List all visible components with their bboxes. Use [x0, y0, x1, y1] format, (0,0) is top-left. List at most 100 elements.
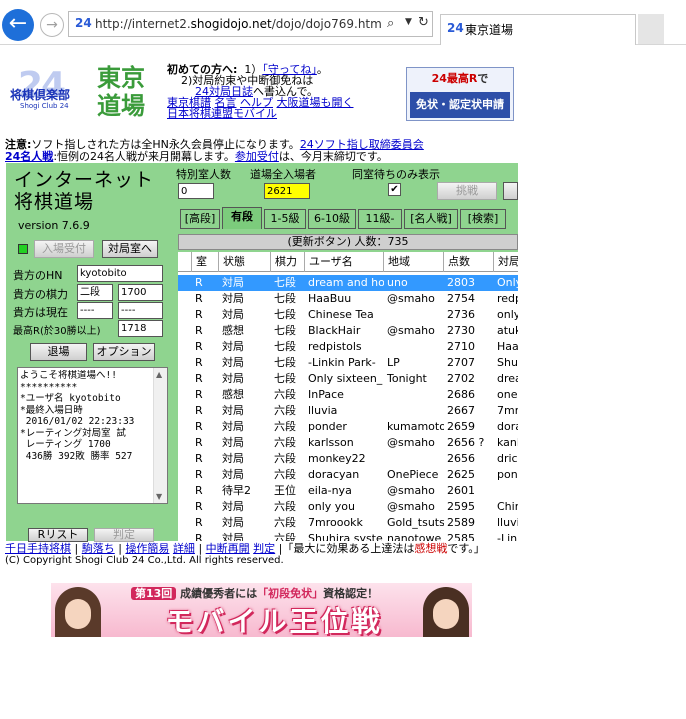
header-username[interactable]: ユーザ名: [305, 252, 384, 272]
same-room-checkbox[interactable]: ✔: [388, 183, 401, 196]
cell-region: uno: [387, 276, 408, 289]
details-link[interactable]: 詳細: [173, 542, 195, 555]
header-room[interactable]: 室: [192, 252, 219, 272]
cell-points: 2656: [447, 452, 475, 465]
tab-kyu-11[interactable]: 11級-: [358, 209, 402, 229]
tab-dan[interactable]: 有段: [222, 207, 262, 229]
resume-link[interactable]: 中断再開: [206, 542, 250, 555]
cell-region: [384, 339, 444, 355]
options-button[interactable]: オプション: [93, 343, 155, 361]
table-row[interactable]: R 対局 六段 lluvia 2667 7mr: [178, 403, 518, 419]
cell-state: 対局: [222, 292, 244, 305]
tab-kyu-6-10[interactable]: 6-10級: [308, 209, 356, 229]
cell-points: 2710: [447, 340, 475, 353]
tab-favicon: 24: [447, 21, 464, 35]
ad-top-line: 第13回 成績優秀者には「初段免状」資格認定！: [131, 585, 431, 601]
enter-button[interactable]: 入場受付: [34, 240, 94, 258]
cell-region: [384, 307, 444, 323]
judge-button[interactable]: 判定: [94, 528, 154, 542]
rating-list-button[interactable]: Rリスト: [28, 528, 88, 542]
exit-button[interactable]: 退場: [30, 343, 87, 361]
address-url[interactable]: http://internet2.shogidojo.net/dojo/dojo…: [95, 17, 382, 31]
scroll-down-icon[interactable]: ▼: [156, 492, 162, 501]
table-row[interactable]: R 待早2 王位 eila-nya @smaho 2601: [178, 483, 518, 499]
judgement-link[interactable]: 判定: [253, 542, 275, 555]
cell-room: R: [195, 484, 203, 497]
header-state[interactable]: 状態: [219, 252, 271, 272]
tab-kyu-1-5[interactable]: 1-5級: [264, 209, 306, 229]
shogi-club-logo[interactable]: 24 将棋倶楽部 Shogi Club 24: [8, 65, 78, 113]
challenge-button[interactable]: 挑戦: [437, 182, 497, 200]
header-points[interactable]: 点数: [444, 252, 494, 272]
cell-username: eila-nya: [308, 484, 352, 497]
logo-english: Shogi Club 24: [20, 102, 69, 110]
jsa-mobile-link[interactable]: 日本将棋連盟モバイル: [167, 107, 277, 120]
table-row[interactable]: R 対局 六段 7mroookk Gold_tsuts 2589 lluvi: [178, 515, 518, 531]
forward-button[interactable]: →: [40, 13, 64, 37]
header-opponent[interactable]: 対局: [494, 252, 518, 272]
back-button[interactable]: ←: [2, 9, 34, 41]
cell-rank: 六段: [274, 436, 296, 449]
table-row[interactable]: R 対局 六段 monkey22 2656 dric: [178, 451, 518, 467]
user-table[interactable]: 室 状態 棋力 ユーザ名 地域 点数 対局 R対局七段dream and hop…: [178, 252, 518, 541]
url-path: /dojo/dojo769.htm: [271, 17, 382, 31]
footer-separator: |: [74, 542, 79, 555]
rank-label: 貴方の棋力: [13, 288, 68, 301]
table-row[interactable]: R 感想 六段 InPace 2686 one: [178, 387, 518, 403]
table-row[interactable]: R 対局 七段 HaaBuu @smaho 2754 redp: [178, 291, 518, 307]
chevron-down-icon[interactable]: ▼: [405, 17, 412, 27]
cell-username: Only sixteen_: [308, 372, 383, 385]
refresh-count-bar[interactable]: (更新ボタン) 人数：735: [178, 234, 518, 250]
cell-opponent: pon: [497, 468, 518, 481]
cell-username: doracyan: [308, 468, 360, 481]
table-row[interactable]: R 対局 六段 karlsson @smaho 2656 ? kanl: [178, 435, 518, 451]
cell-opponent: lluvi: [497, 516, 518, 529]
extra-button[interactable]: [503, 182, 518, 200]
address-bar[interactable]: 24 http://internet2.shogidojo.net/dojo/d…: [68, 11, 433, 37]
table-row[interactable]: R 感想 七段 BlackHair @smaho 2730 atuk: [178, 323, 518, 339]
header-rank[interactable]: 棋力: [271, 252, 305, 272]
cell-state: 対局: [222, 356, 244, 369]
cell-points: 2686: [447, 388, 475, 401]
browser-tab[interactable]: 24 東京道場: [440, 14, 636, 45]
tab-meijin[interactable]: [名人戦]: [404, 209, 458, 229]
tab-search[interactable]: [検索]: [460, 209, 506, 229]
cell-opponent: 7mr: [497, 404, 518, 417]
cell-region: kumamoto: [387, 420, 444, 433]
certificate-banner[interactable]: 24最高Rで 免状・認定状申請: [406, 67, 514, 121]
tab-high-dan[interactable]: [高段]: [180, 209, 220, 229]
handicap-link[interactable]: 駒落ち: [82, 542, 115, 555]
ad-sub-red: 「初段免状」: [257, 587, 324, 600]
table-row[interactable]: R 対局 六段 Shuhira syste nanotowe 2585 -Lin: [178, 531, 518, 541]
scroll-up-icon[interactable]: ▲: [156, 370, 162, 379]
table-row[interactable]: R 対局 六段 only you @smaho 2595 Chir: [178, 499, 518, 515]
mobile-oui-banner[interactable]: 第13回 成績優秀者には「初段免状」資格認定！ モバイル王位戦: [51, 583, 472, 637]
table-row[interactable]: R 対局 七段 Only sixteen_ Tonight 2702 drea: [178, 371, 518, 387]
cell-region: [384, 403, 444, 419]
table-row[interactable]: R 対局 七段 redpistols 2710 Haa: [178, 339, 518, 355]
table-row[interactable]: R 対局 七段 -Linkin Park- LP 2707 Shu: [178, 355, 518, 371]
sennichite-link[interactable]: 千日手持将棋: [5, 542, 71, 555]
welcome-textarea[interactable]: ようこそ将棋道場へ!! ********** *ユーザ名 kyotobito *…: [17, 367, 168, 504]
table-row[interactable]: R 対局 七段 Chinese Tea 2736 only: [178, 307, 518, 323]
search-icon[interactable]: ⌕: [387, 16, 394, 31]
rank-field: 二段: [77, 284, 113, 301]
table-row[interactable]: R 対局 六段 ponder kumamoto2659 dora: [178, 419, 518, 435]
table-row[interactable]: R 対局 六段 doracyan OnePiece 2625 pon: [178, 467, 518, 483]
cell-points: 2656 ?: [447, 436, 485, 449]
cell-username: 7mroookk: [308, 516, 363, 529]
table-row[interactable]: R 対局 七段 dream and hopeuno 2803 Only: [178, 275, 518, 291]
new-tab-button[interactable]: [638, 14, 664, 44]
room-button[interactable]: 対局室へ: [102, 240, 158, 258]
osaka-dojo-link[interactable]: 大阪道場も開く: [277, 96, 354, 109]
welcome-scrollbar[interactable]: ▲ ▼: [153, 368, 167, 503]
cell-rank: 六段: [274, 532, 296, 541]
simple-operation-link[interactable]: 操作簡易: [125, 542, 169, 555]
cell-opponent: one: [497, 388, 518, 401]
cell-username: HaaBuu: [308, 292, 352, 305]
cell-state: 対局: [222, 420, 244, 433]
header-region[interactable]: 地域: [384, 252, 444, 272]
meijin-link[interactable]: 24名人戦: [5, 150, 53, 163]
refresh-icon[interactable]: ↻: [418, 15, 429, 30]
registration-link[interactable]: 参加受付: [235, 150, 279, 163]
